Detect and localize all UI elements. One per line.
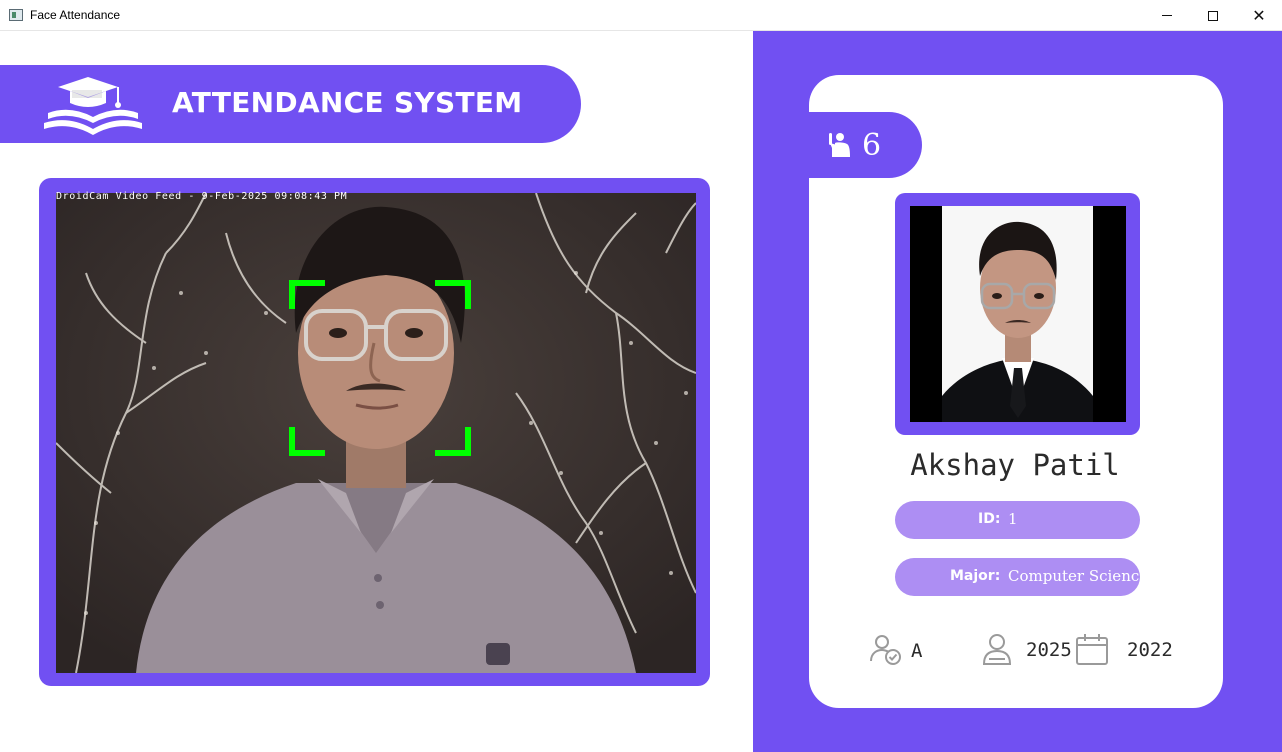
maximize-icon: [1208, 10, 1218, 21]
id-label: ID:: [978, 511, 1001, 527]
camera-feed: [56, 193, 696, 673]
camera-image: [56, 193, 696, 673]
close-icon: ✕: [1252, 6, 1266, 25]
title-bar: Face Attendance ✕: [0, 0, 1282, 31]
student-name: Akshay Patil: [910, 448, 1120, 482]
page-title: ATTENDANCE SYSTEM: [172, 86, 523, 119]
student-photo-image: [910, 206, 1126, 422]
graduation-book-icon: [44, 77, 142, 135]
app-icon: [9, 9, 23, 21]
major-value: Computer Science: [1008, 567, 1140, 585]
total-attendance-value: 6: [862, 128, 882, 163]
major-label: Major:: [950, 568, 1001, 584]
id-value: 1: [1008, 510, 1018, 528]
year-value: 2025: [1026, 639, 1072, 661]
student-major-pill: Major: Computer Science: [895, 558, 1140, 596]
starting-year-value: 2022: [1127, 639, 1173, 661]
header-banner: ATTENDANCE SYSTEM: [0, 65, 581, 143]
student-id-pill: ID: 1: [895, 501, 1140, 539]
close-button[interactable]: ✕: [1236, 0, 1282, 31]
window-title: Face Attendance: [30, 8, 121, 22]
user-icon: [982, 634, 1012, 665]
minimize-button[interactable]: [1144, 0, 1190, 31]
student-photo: [910, 206, 1126, 422]
user-check-icon: [870, 635, 901, 665]
raised-hand-user-icon: [829, 133, 850, 157]
camera-overlay-text: DroidCam Video Feed - 9-Feb-2025 09:08:4…: [56, 191, 348, 202]
maximize-button[interactable]: [1190, 0, 1236, 31]
minimize-icon: [1162, 15, 1172, 16]
calendar-icon: [1076, 634, 1108, 665]
standing-value: A: [911, 640, 923, 662]
